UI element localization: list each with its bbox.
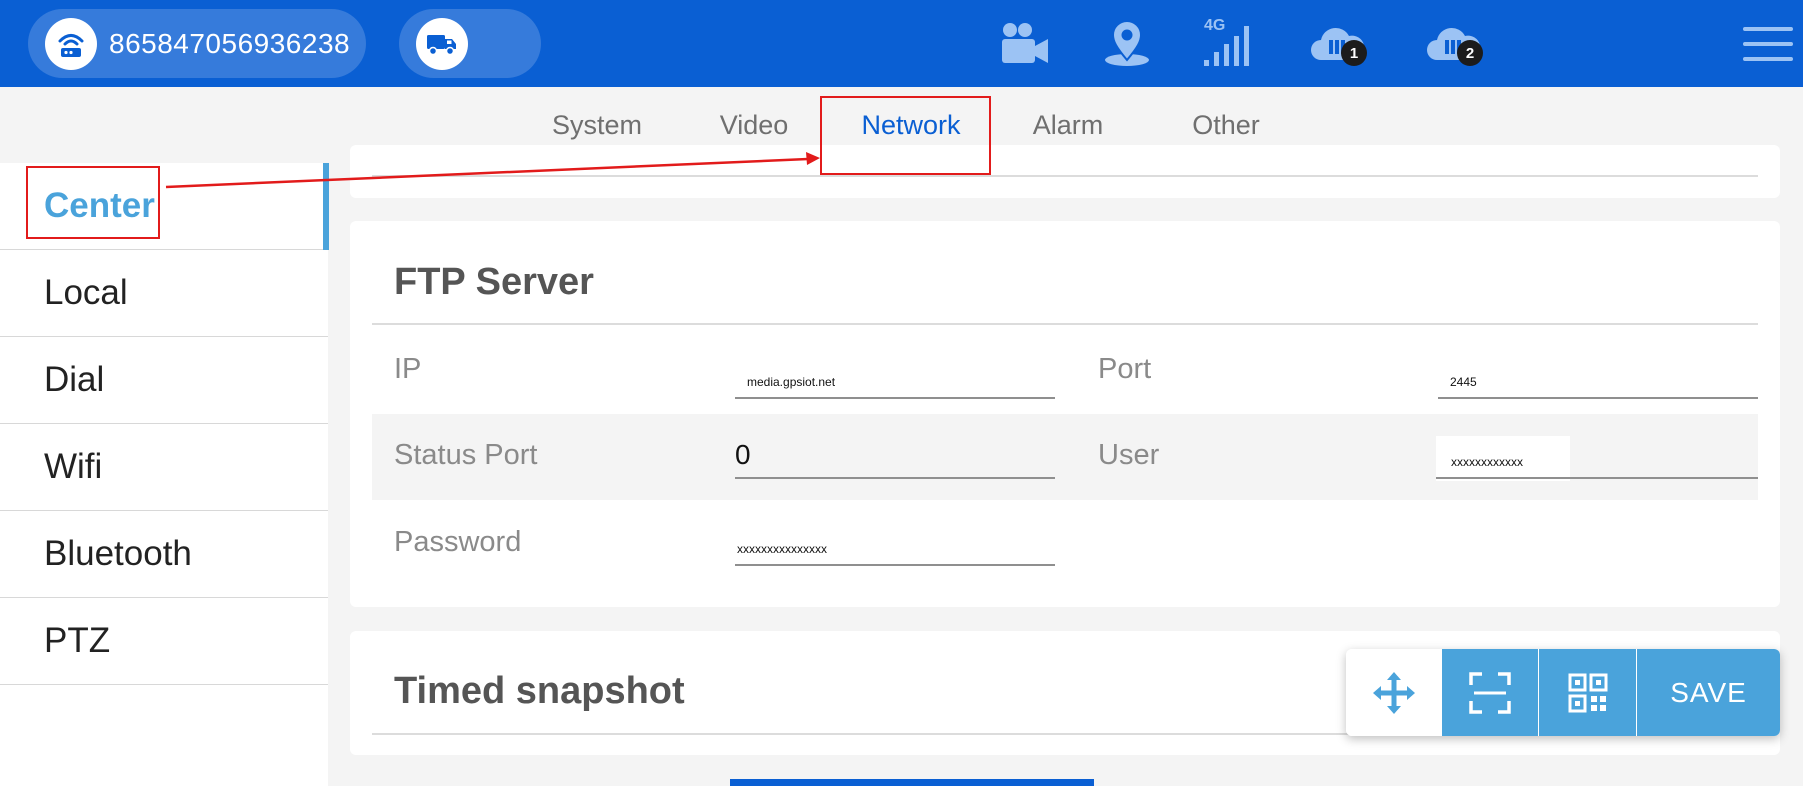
top-bar: 865847056936238 4G 1 2 xyxy=(0,0,1803,87)
save-button[interactable]: SAVE xyxy=(1636,649,1780,736)
floating-toolbar: SAVE xyxy=(1346,649,1780,736)
divider xyxy=(372,175,1758,177)
snapshot-section-title: Timed snapshot xyxy=(394,670,685,712)
cloud-server-1-icon[interactable]: 1 xyxy=(1302,18,1372,70)
device-id: 865847056936238 xyxy=(109,27,351,59)
annotation-box-network xyxy=(820,96,991,175)
svg-text:4G: 4G xyxy=(1204,17,1225,34)
location-icon[interactable] xyxy=(1100,18,1154,70)
ip-input[interactable] xyxy=(735,353,1055,399)
vehicle-pill[interactable] xyxy=(399,9,541,78)
sidebar-item-local[interactable]: Local xyxy=(0,250,328,337)
truck-icon xyxy=(416,17,468,70)
sidebar-item-ptz[interactable]: PTZ xyxy=(0,598,328,685)
settings-sidebar: Center Local Dial Wifi Bluetooth PTZ xyxy=(0,163,328,786)
qr-code-button[interactable] xyxy=(1538,649,1636,736)
scan-frame-icon xyxy=(1469,671,1511,714)
divider xyxy=(372,323,1758,325)
router-icon xyxy=(45,17,97,70)
qr-code-icon xyxy=(1568,673,1607,712)
port-label: Port xyxy=(1098,353,1152,385)
bottom-indicator-bar xyxy=(730,779,1094,786)
sidebar-item-bluetooth[interactable]: Bluetooth xyxy=(0,511,328,598)
cloud-server-2-icon[interactable]: 2 xyxy=(1418,18,1488,70)
status-port-input[interactable] xyxy=(735,433,1055,479)
previous-section-panel xyxy=(350,145,1780,198)
port-input[interactable] xyxy=(1438,353,1758,399)
user-input[interactable] xyxy=(1436,433,1758,479)
ftp-section-title: FTP Server xyxy=(394,261,594,303)
sidebar-item-dial[interactable]: Dial xyxy=(0,337,328,424)
signal-4g-icon: 4G xyxy=(1200,14,1254,70)
menu-icon[interactable] xyxy=(1742,18,1794,70)
status-port-label: Status Port xyxy=(394,439,538,471)
server-1-badge: 1 xyxy=(1341,40,1367,66)
password-label: Password xyxy=(394,526,522,558)
ftp-server-panel: FTP Server IP Port Status Port User Pass… xyxy=(350,221,1780,607)
device-pill[interactable]: 865847056936238 xyxy=(28,9,366,78)
sidebar-item-wifi[interactable]: Wifi xyxy=(0,424,328,511)
sidebar-active-indicator xyxy=(323,163,329,250)
server-2-badge: 2 xyxy=(1457,40,1483,66)
scan-button[interactable] xyxy=(1442,649,1538,736)
camera-icon[interactable] xyxy=(999,18,1051,70)
user-label: User xyxy=(1098,439,1160,471)
move-button[interactable] xyxy=(1346,649,1442,736)
ip-label: IP xyxy=(394,353,422,385)
password-input[interactable] xyxy=(735,520,1055,566)
move-icon xyxy=(1373,671,1415,714)
annotation-box-center xyxy=(26,166,160,239)
